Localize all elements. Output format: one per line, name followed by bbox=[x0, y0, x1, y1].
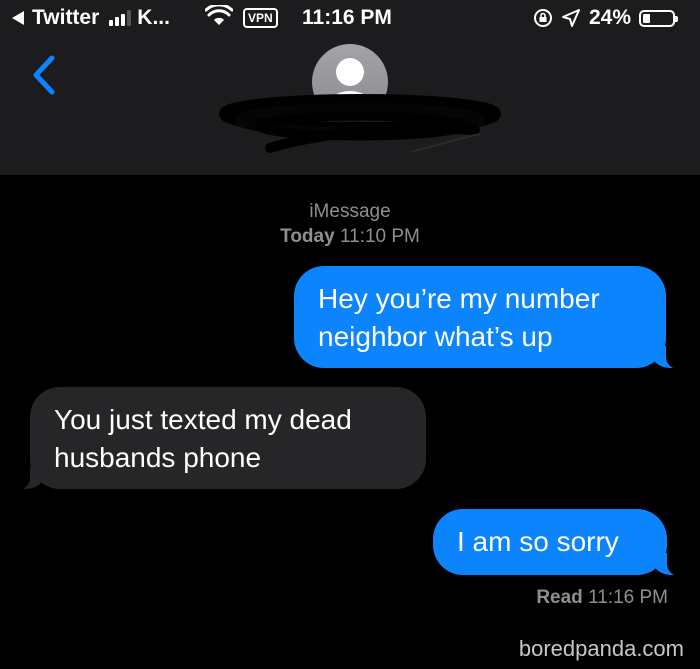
carrier-label: K... bbox=[137, 6, 170, 29]
conversation-header: Twitter K... VPN 11:16 PM 24% bbox=[0, 0, 700, 175]
status-time: 11:16 PM bbox=[302, 6, 392, 29]
battery-percent: 24% bbox=[589, 6, 632, 29]
location-arrow-icon bbox=[562, 9, 580, 27]
service-label: iMessage bbox=[309, 201, 391, 222]
vpn-badge: VPN bbox=[243, 8, 278, 28]
message-bubble-sent[interactable]: I am so sorry bbox=[433, 509, 687, 576]
back-triangle-icon bbox=[12, 11, 24, 25]
status-right-group: 24% bbox=[533, 6, 679, 30]
chevron-left-icon[interactable] bbox=[30, 54, 58, 96]
back-to-app-link[interactable]: Twitter K... bbox=[12, 6, 170, 30]
redaction-scribble bbox=[219, 94, 501, 153]
read-receipt: Read 11:16 PM bbox=[536, 587, 668, 609]
battery-icon bbox=[639, 9, 679, 27]
wifi-icon bbox=[205, 5, 233, 25]
message-bubble-sent[interactable]: Hey you’re my number neighbor what’s up bbox=[294, 266, 686, 369]
message-text: You just texted my dead husbands phone bbox=[54, 404, 352, 473]
status-bar: Twitter K... VPN 11:16 PM 24% bbox=[0, 0, 700, 38]
back-app-label: Twitter bbox=[32, 6, 100, 29]
read-label: Read bbox=[536, 587, 583, 608]
message-text: Hey you’re my number neighbor what’s up bbox=[318, 283, 600, 352]
date-label: Today bbox=[280, 226, 335, 247]
message-bubble-received[interactable]: You just texted my dead husbands phone bbox=[10, 387, 426, 490]
timestamp-today: Today 11:10 PM bbox=[0, 226, 700, 248]
cellular-signal-icon bbox=[109, 10, 132, 26]
orientation-lock-icon bbox=[534, 9, 552, 27]
date-time: 11:10 PM bbox=[339, 226, 420, 247]
watermark: boredpanda.com bbox=[518, 636, 684, 661]
battery-fill bbox=[643, 13, 651, 23]
message-text: I am so sorry bbox=[457, 526, 619, 557]
read-time: 11:16 PM bbox=[588, 587, 668, 608]
